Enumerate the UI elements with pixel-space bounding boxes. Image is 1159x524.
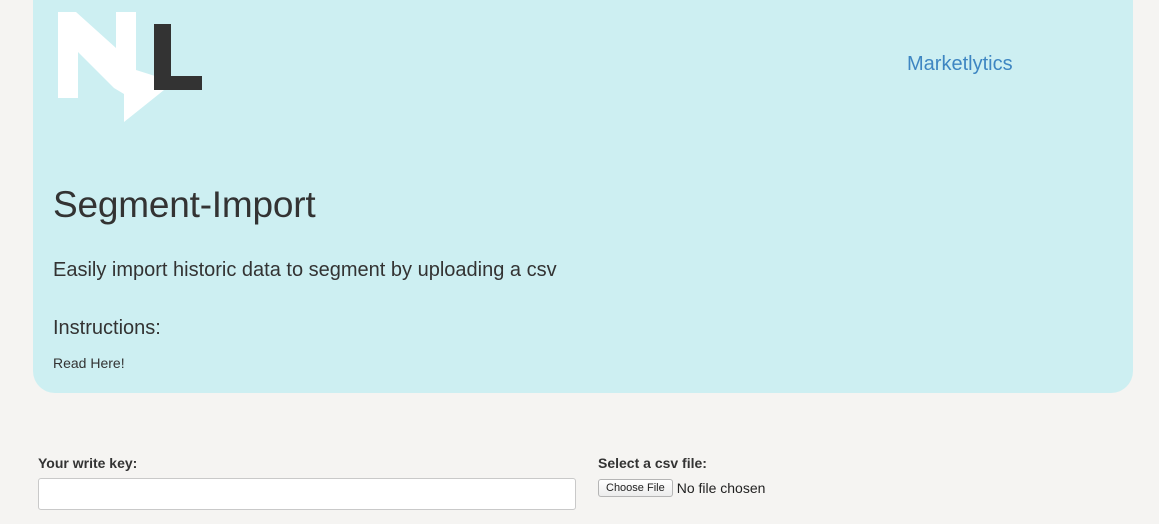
brand-link[interactable]: Marketlytics [907,53,1013,76]
csv-file-input[interactable]: Choose File No file chosen [598,479,765,497]
ml-logo [58,12,204,124]
csv-file-label: Select a csv file: [598,455,707,471]
write-key-label: Your write key: [38,455,138,471]
page-subtitle: Easily import historic data to segment b… [53,259,557,281]
file-status-text: No file chosen [676,480,766,496]
choose-file-button[interactable]: Choose File [598,479,673,497]
instructions-link[interactable]: Read Here! [53,355,125,371]
instructions-heading: Instructions: [53,317,161,339]
write-key-input[interactable] [38,478,576,510]
page-title: Segment-Import [53,184,316,225]
